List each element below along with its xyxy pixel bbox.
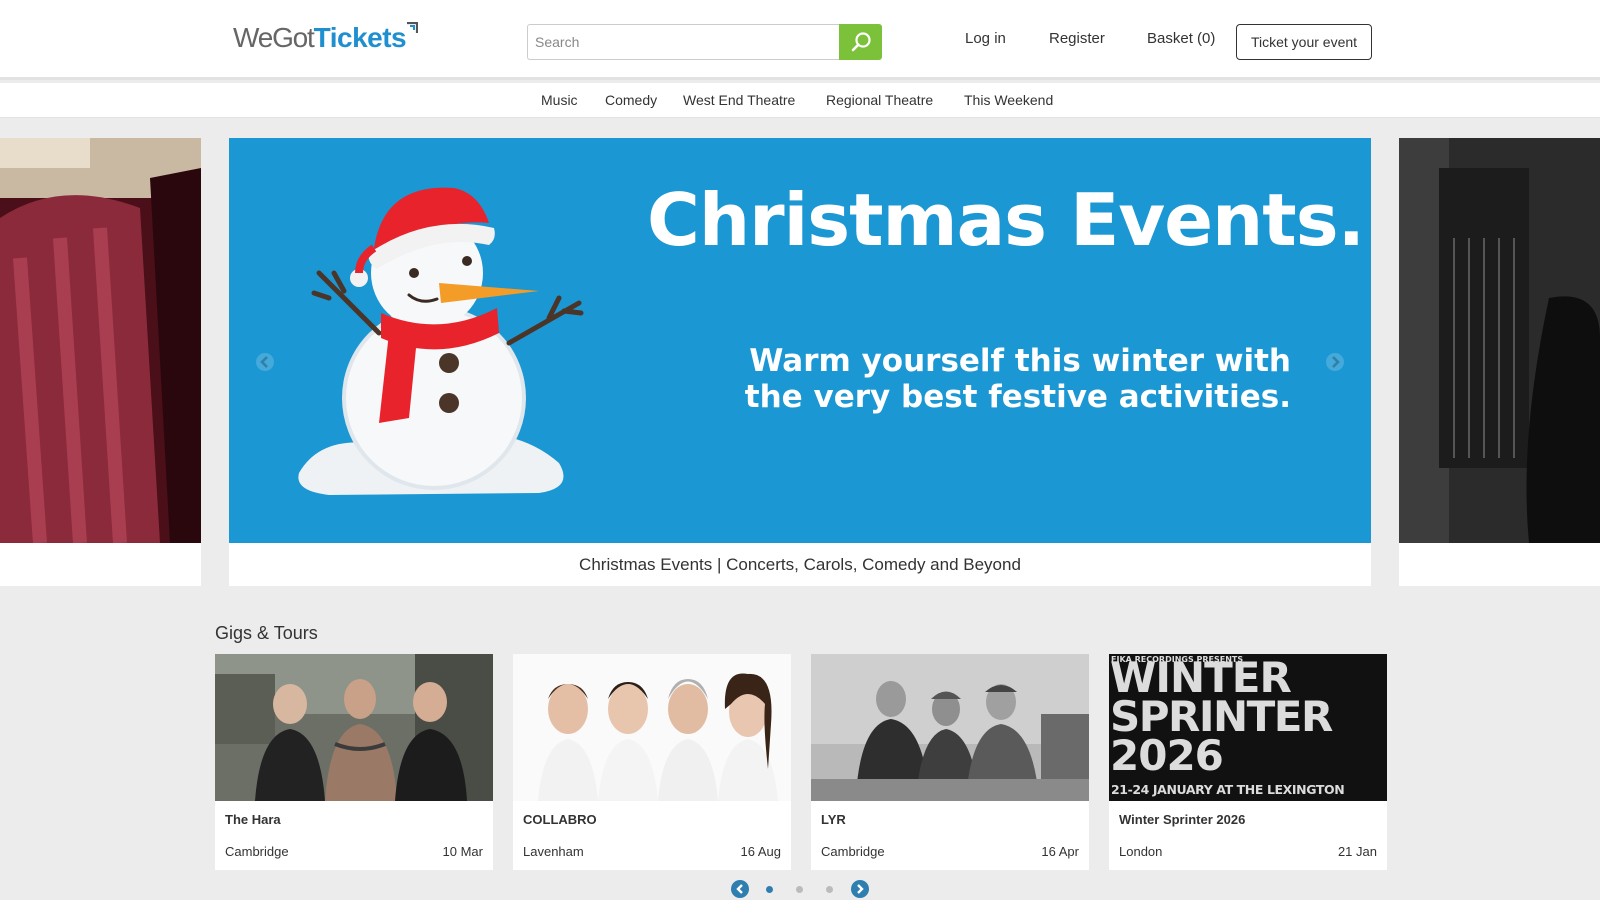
search-bar — [527, 24, 882, 60]
category-comedy[interactable]: Comedy — [605, 92, 657, 108]
event-card-image — [215, 654, 493, 801]
event-card-name: COLLABRO — [523, 812, 597, 827]
banner-subtitle: Warm yourself this winter with the very … — [659, 343, 1291, 415]
carousel-next-arrow[interactable] — [1326, 353, 1344, 371]
event-card-date: 21 Jan — [1337, 844, 1377, 859]
carousel-caption[interactable]: Christmas Events | Concerts, Carols, Com… — [229, 543, 1371, 586]
category-west-end-theatre[interactable]: West End Theatre — [683, 92, 795, 108]
gigs-prev-arrow[interactable] — [731, 880, 749, 898]
event-card-date: 16 Apr — [1041, 844, 1079, 859]
event-card-name: Winter Sprinter 2026 — [1119, 812, 1246, 827]
category-nav: Music Comedy West End Theatre Regional T… — [0, 83, 1600, 118]
login-link[interactable]: Log in — [965, 30, 1006, 47]
ticket-your-event-button[interactable]: Ticket your event — [1236, 24, 1372, 60]
event-card-city: London — [1119, 844, 1163, 859]
event-card-city: Cambridge — [821, 844, 885, 859]
carousel-prev-arrow[interactable] — [256, 353, 274, 371]
banner-title: Christmas Events. — [647, 178, 1365, 262]
event-card-city: Lavenham — [523, 844, 584, 859]
pager-dot-2[interactable] — [796, 886, 803, 893]
banner-subtitle-line-1: Warm yourself this winter with — [749, 343, 1291, 379]
chevron-left-icon — [736, 884, 743, 894]
theatre-curtain-image — [0, 138, 201, 543]
carousel-next-caption — [1399, 543, 1600, 586]
event-card[interactable]: FIKA RECORDINGS PRESENTS WINTER SPRINTER… — [1109, 654, 1387, 870]
poster-dates: 21-24 JANUARY AT THE LEXINGTON — [1111, 782, 1345, 797]
search-input[interactable] — [527, 24, 840, 60]
event-card[interactable]: LYR Cambridge 16 Apr — [811, 654, 1089, 870]
banner-subtitle-line-2: the very best festive activities. — [744, 379, 1291, 415]
category-regional-theatre[interactable]: Regional Theatre — [826, 92, 933, 108]
carousel-main-slide[interactable]: Christmas Events. Warm yourself this win… — [229, 138, 1371, 543]
artist-photo-bw — [1399, 138, 1600, 543]
logo-mark-icon — [407, 22, 419, 33]
event-card-name: LYR — [821, 812, 846, 827]
search-button[interactable] — [839, 24, 882, 60]
carousel-next-slide-image[interactable] — [1399, 138, 1600, 543]
chevron-right-icon — [1332, 356, 1340, 368]
pager-dot-3[interactable] — [826, 886, 833, 893]
category-music[interactable]: Music — [541, 92, 578, 108]
event-card-date: 16 Aug — [740, 844, 782, 859]
pager-dot-1[interactable] — [766, 886, 773, 893]
logo-text-wegot: WeGot — [233, 22, 315, 53]
poster-line-3: 2026 — [1110, 731, 1224, 780]
register-link[interactable]: Register — [1049, 30, 1105, 47]
event-card[interactable]: The Hara Cambridge 10 Mar — [215, 654, 493, 870]
carousel-prev-caption — [0, 543, 201, 586]
chevron-left-icon — [260, 356, 268, 368]
event-card-poster: FIKA RECORDINGS PRESENTS WINTER SPRINTER… — [1109, 654, 1387, 801]
section-title-gigs-tours: Gigs & Tours — [215, 623, 318, 643]
event-card-name: The Hara — [225, 812, 281, 827]
category-this-weekend[interactable]: This Weekend — [964, 92, 1053, 108]
basket-link[interactable]: Basket (0) — [1147, 30, 1215, 47]
event-card-image — [513, 654, 791, 801]
event-card-date: 10 Mar — [442, 844, 483, 859]
logo-text-tickets: Tickets — [313, 22, 407, 53]
site-header: WeGotTickets Log in Register Basket (0) … — [0, 0, 1600, 80]
gigs-next-arrow[interactable] — [851, 880, 869, 898]
search-icon — [851, 32, 871, 52]
event-card-city: Cambridge — [225, 844, 289, 859]
event-card-image — [811, 654, 1089, 801]
snowman-illustration — [298, 187, 584, 495]
carousel-prev-slide-image[interactable] — [0, 138, 201, 543]
site-logo[interactable]: WeGot Tickets — [233, 22, 419, 62]
event-card[interactable]: COLLABRO Lavenham 16 Aug — [513, 654, 791, 870]
chevron-right-icon — [857, 884, 864, 894]
